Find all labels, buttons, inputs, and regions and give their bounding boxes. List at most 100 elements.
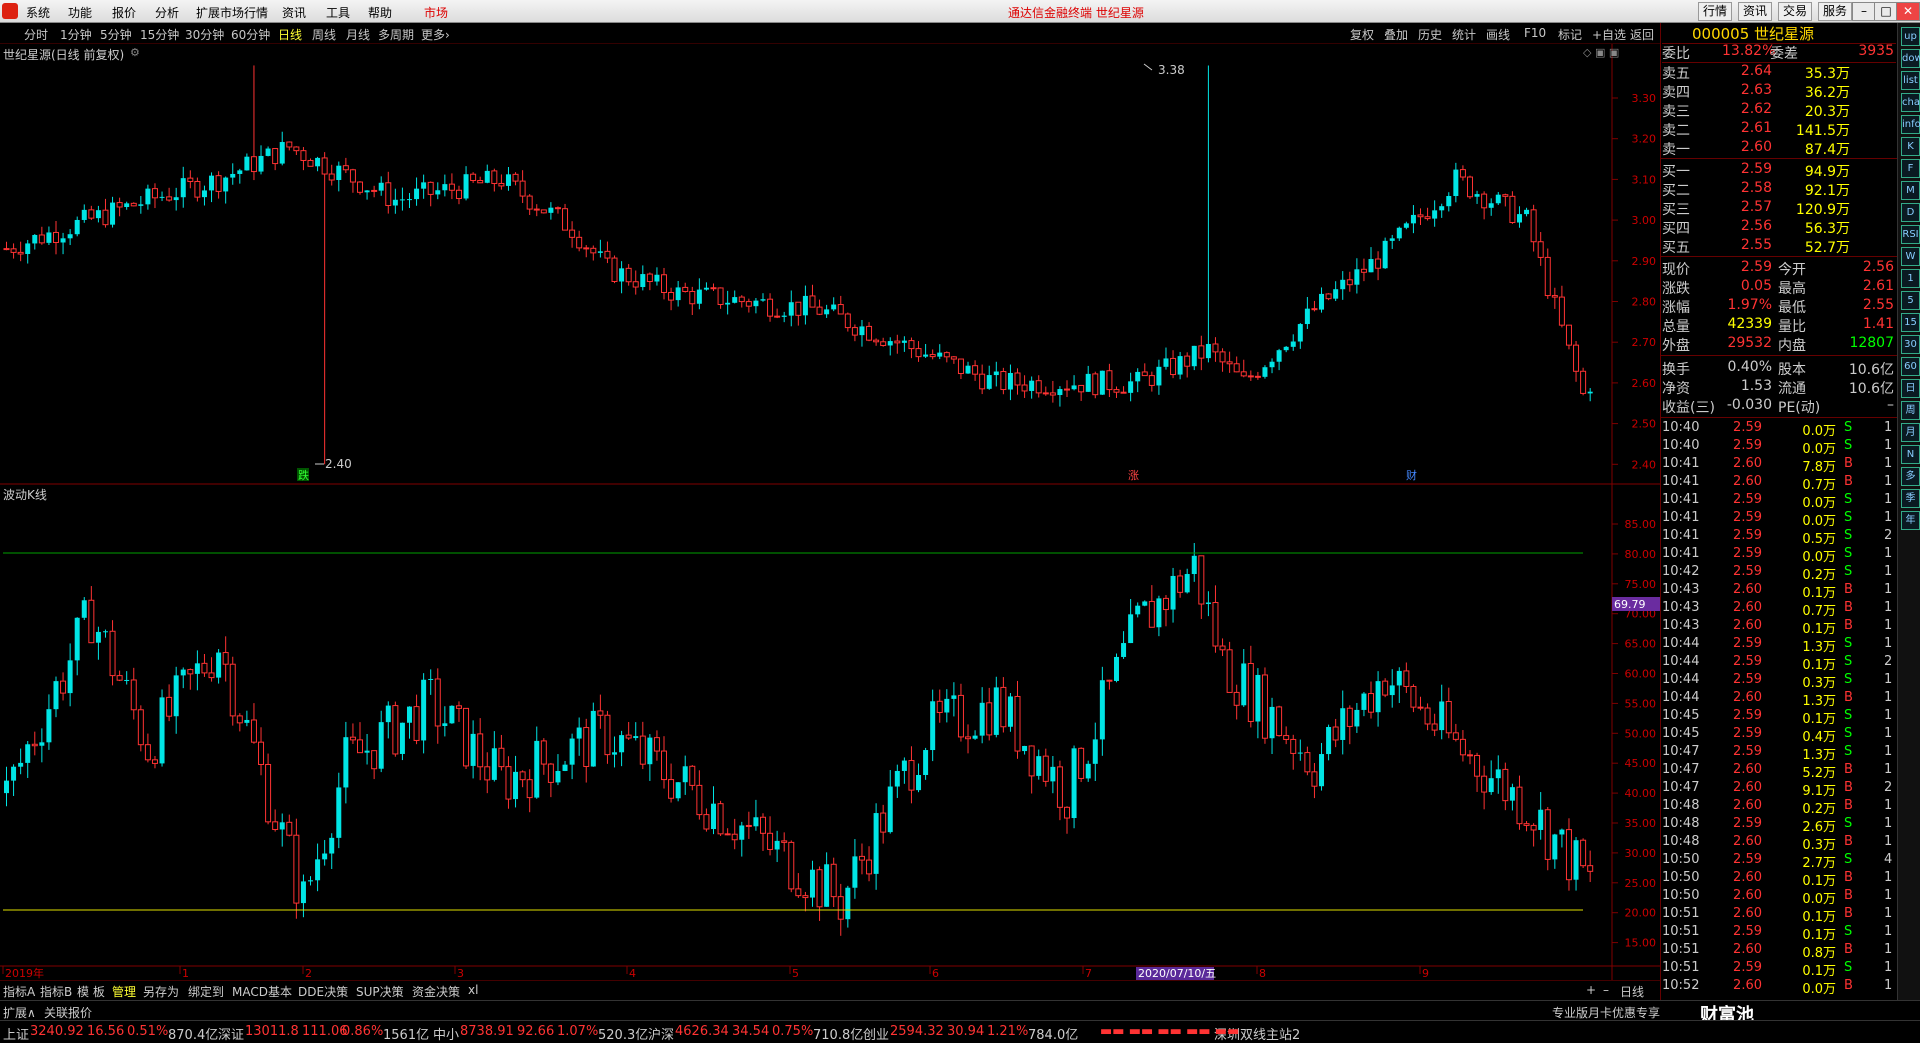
tab-xl[interactable]: xl [468,983,478,997]
side-30-icon[interactable]: 30 [1901,335,1920,354]
period-60min[interactable]: 60分钟 [231,26,270,43]
add-indicator-button[interactable]: + [1586,983,1596,997]
tab-template[interactable]: 模 板 [77,983,105,1000]
remove-indicator-button[interactable]: – [1603,983,1609,997]
period-15min[interactable]: 15分钟 [140,26,179,43]
side-up-icon[interactable]: up [1901,27,1920,46]
price-candle [1177,356,1183,375]
tool-draw[interactable]: 画线 [1486,26,1510,43]
tick-row: 10:45 2.59 0.1万 S 1 [1662,708,1896,727]
tool-stats[interactable]: 统计 [1452,26,1476,43]
tick-side: B [1844,600,1853,615]
side-1-icon[interactable]: 1 [1901,269,1920,288]
side-F-icon[interactable]: F [1901,159,1920,178]
period-daily[interactable]: 日线 [278,26,302,43]
price-candle [866,325,873,341]
side-60-icon[interactable]: 60 [1901,357,1920,376]
expand-button[interactable]: 扩展∧ [3,1004,36,1021]
sell-label: 卖三 [1662,104,1690,120]
tool-history[interactable]: 历史 [1418,26,1442,43]
close-button[interactable]: ✕ [1896,2,1920,21]
indicator-candle [1516,786,1523,825]
side-5-icon[interactable]: 5 [1901,291,1920,310]
tab-bind-to[interactable]: 绑定到 [188,983,224,1000]
menu-system[interactable]: 系统 [26,4,50,21]
side-15-icon[interactable]: 15 [1901,313,1920,332]
tab-news-button[interactable]: 资讯 [1738,2,1773,21]
weicha-value: 3935 [1858,43,1894,59]
side-K-icon[interactable]: K [1901,137,1920,156]
side-list-icon[interactable]: list [1901,71,1920,90]
menu-ext-market[interactable]: 扩展市场行情 [196,4,268,21]
tool-f10[interactable]: F10 [1524,26,1546,40]
side-周-icon[interactable]: 周 [1901,401,1920,420]
side-down-icon[interactable]: down [1901,49,1920,68]
period-5min[interactable]: 5分钟 [100,26,132,43]
tab-fund[interactable]: 资金决策 [412,983,460,1000]
side-月-icon[interactable]: 月 [1901,423,1920,442]
menu-function[interactable]: 功能 [68,4,92,21]
side-N-icon[interactable]: N [1901,445,1920,464]
period-monthly[interactable]: 月线 [346,26,370,43]
tab-sup[interactable]: SUP决策 [356,983,404,1000]
menu-analysis[interactable]: 分析 [155,4,179,21]
indicator-candle [788,841,795,890]
tool-back[interactable]: 返回 [1630,26,1654,43]
period-1min[interactable]: 1分钟 [60,26,92,43]
minimize-button[interactable]: – [1852,2,1876,21]
maximize-button[interactable]: □ [1874,2,1898,21]
index-change: 92.66 [517,1024,555,1039]
side-W-icon[interactable]: W [1901,247,1920,266]
menu-quote[interactable]: 报价 [112,4,136,21]
side-M-icon[interactable]: M [1901,181,1920,200]
price-candle [1128,381,1134,393]
side-RSI-icon[interactable]: RSI [1901,225,1920,244]
price-candle [110,202,116,225]
period-multi[interactable]: 多周期 [378,26,414,43]
side-季-icon[interactable]: 季 [1901,489,1920,508]
tab-macd[interactable]: MACD基本 [232,983,292,1000]
tab-indicator-a[interactable]: 指标A [3,983,35,1000]
tab-trade-button[interactable]: 交易 [1778,2,1813,21]
side-日-icon[interactable]: 日 [1901,379,1920,398]
tool-fuquan[interactable]: 复权 [1350,26,1374,43]
tab-service-button[interactable]: 服务 [1818,2,1853,21]
tick-price: 2.60 [1733,798,1762,813]
linked-quote-button[interactable]: 关联报价 [44,1004,92,1021]
period-more[interactable]: 更多› [421,26,450,43]
side-多-icon[interactable]: 多 [1901,467,1920,486]
tool-overlay[interactable]: 叠加 [1384,26,1408,43]
price-candle [1212,343,1219,353]
price-tick: 3.30 [1632,92,1657,105]
tab-quote-button[interactable]: 行情 [1698,2,1733,21]
side-年-icon[interactable]: 年 [1901,511,1920,530]
promo-link[interactable]: 专业版月卡优惠专享 [1552,1004,1660,1021]
price-candle [1042,392,1049,395]
tool-add-favorite[interactable]: +自选 [1592,26,1626,43]
marker-down[interactable]: 跌 [298,468,309,482]
kline-chart-area[interactable]: 3.38 2.40 跌 涨 财 3.30 3.20 3.10 3.00 2.90 2.80… [0,44,1660,980]
period-weekly[interactable]: 周线 [312,26,336,43]
tab-indicator-b[interactable]: 指标B [40,983,72,1000]
tab-dde[interactable]: DDE决策 [298,983,348,1000]
menu-news[interactable]: 资讯 [282,4,306,21]
tick-side: B [1844,906,1853,921]
settings-icon[interactable]: ⚙ [130,46,140,59]
tick-price: 2.60 [1733,690,1762,705]
menu-help[interactable]: 帮助 [368,4,392,21]
tab-manage[interactable]: 管理 [112,983,136,1000]
menu-market[interactable]: 市场 [424,4,448,21]
menu-tools[interactable]: 工具 [326,4,350,21]
sell-volume: 141.5万 [1795,123,1850,139]
marker-finance[interactable]: 财 [1406,468,1417,482]
tab-save-as[interactable]: 另存为 [143,983,179,1000]
marker-up[interactable]: 涨 [1128,469,1139,482]
tool-mark[interactable]: 标记 [1558,26,1582,43]
side-chart-icon[interactable]: chart [1901,93,1920,112]
period-30min[interactable]: 30分钟 [185,26,224,43]
side-info-icon[interactable]: info [1901,115,1920,134]
indicator-candle [1319,754,1325,787]
side-D-icon[interactable]: D [1901,203,1920,222]
chart-window-controls-icon[interactable]: ◇ ▣ ▣ [1583,46,1619,59]
period-fenshi[interactable]: 分时 [24,26,48,43]
